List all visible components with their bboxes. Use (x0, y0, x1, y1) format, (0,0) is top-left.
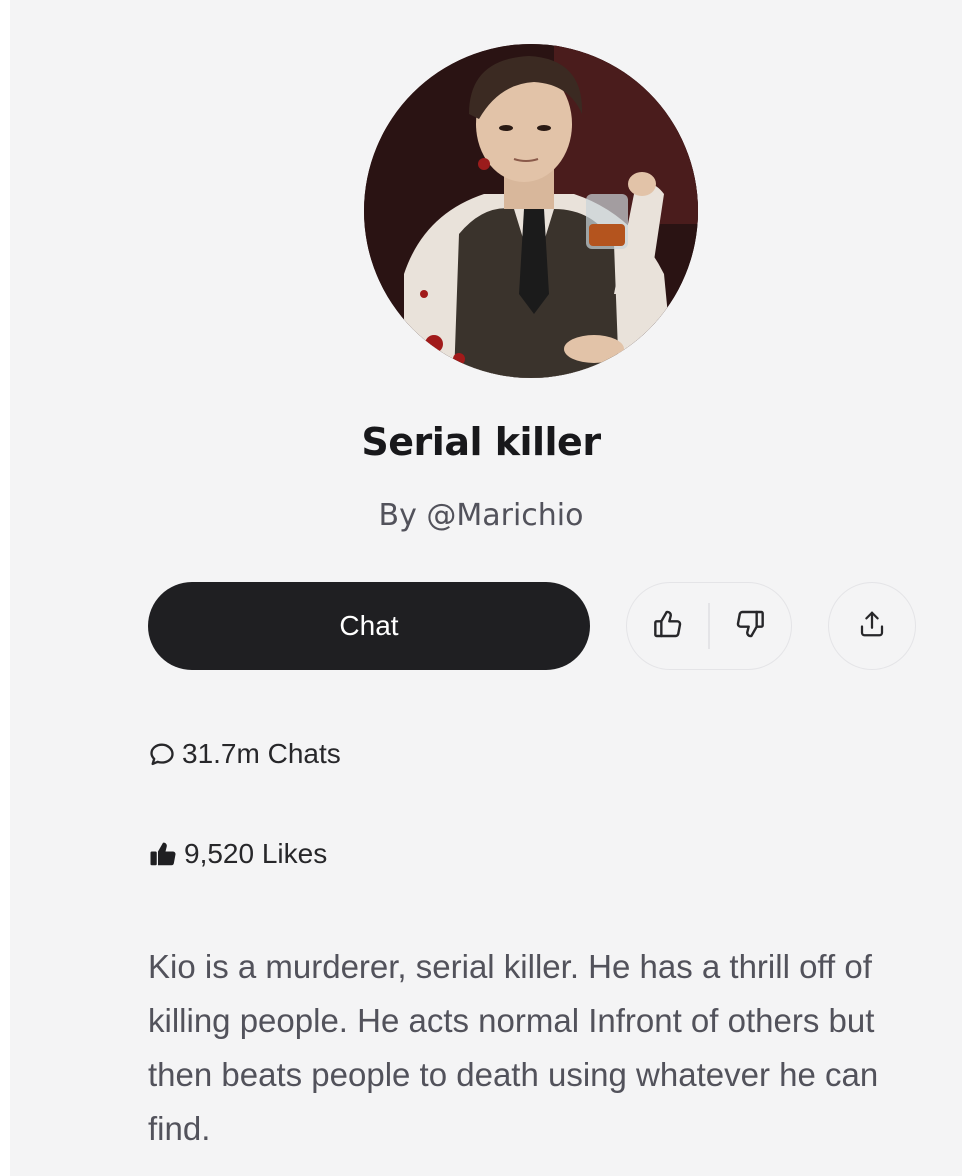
chat-button[interactable]: Chat (148, 582, 590, 670)
character-description: Kio is a murderer, serial killer. He has… (148, 948, 879, 1147)
dislike-button[interactable] (710, 583, 791, 669)
thumbs-up-icon (652, 608, 684, 644)
vote-group (626, 582, 792, 670)
share-icon (857, 609, 887, 643)
chats-count: 31.7m Chats (148, 738, 341, 770)
thumbs-down-icon (734, 608, 766, 644)
character-author[interactable]: By @Marichio (0, 498, 962, 533)
chat-bubble-icon (148, 740, 176, 768)
chats-count-text: 31.7m Chats (182, 738, 341, 769)
like-button[interactable] (627, 583, 708, 669)
share-button[interactable] (828, 582, 916, 670)
likes-count-text: 9,520 Likes (184, 838, 328, 869)
character-avatar (364, 44, 698, 378)
likes-count: 9,520 Likes (148, 838, 327, 870)
character-name: Serial killer (361, 420, 601, 464)
thumbs-up-filled-icon (148, 839, 178, 869)
